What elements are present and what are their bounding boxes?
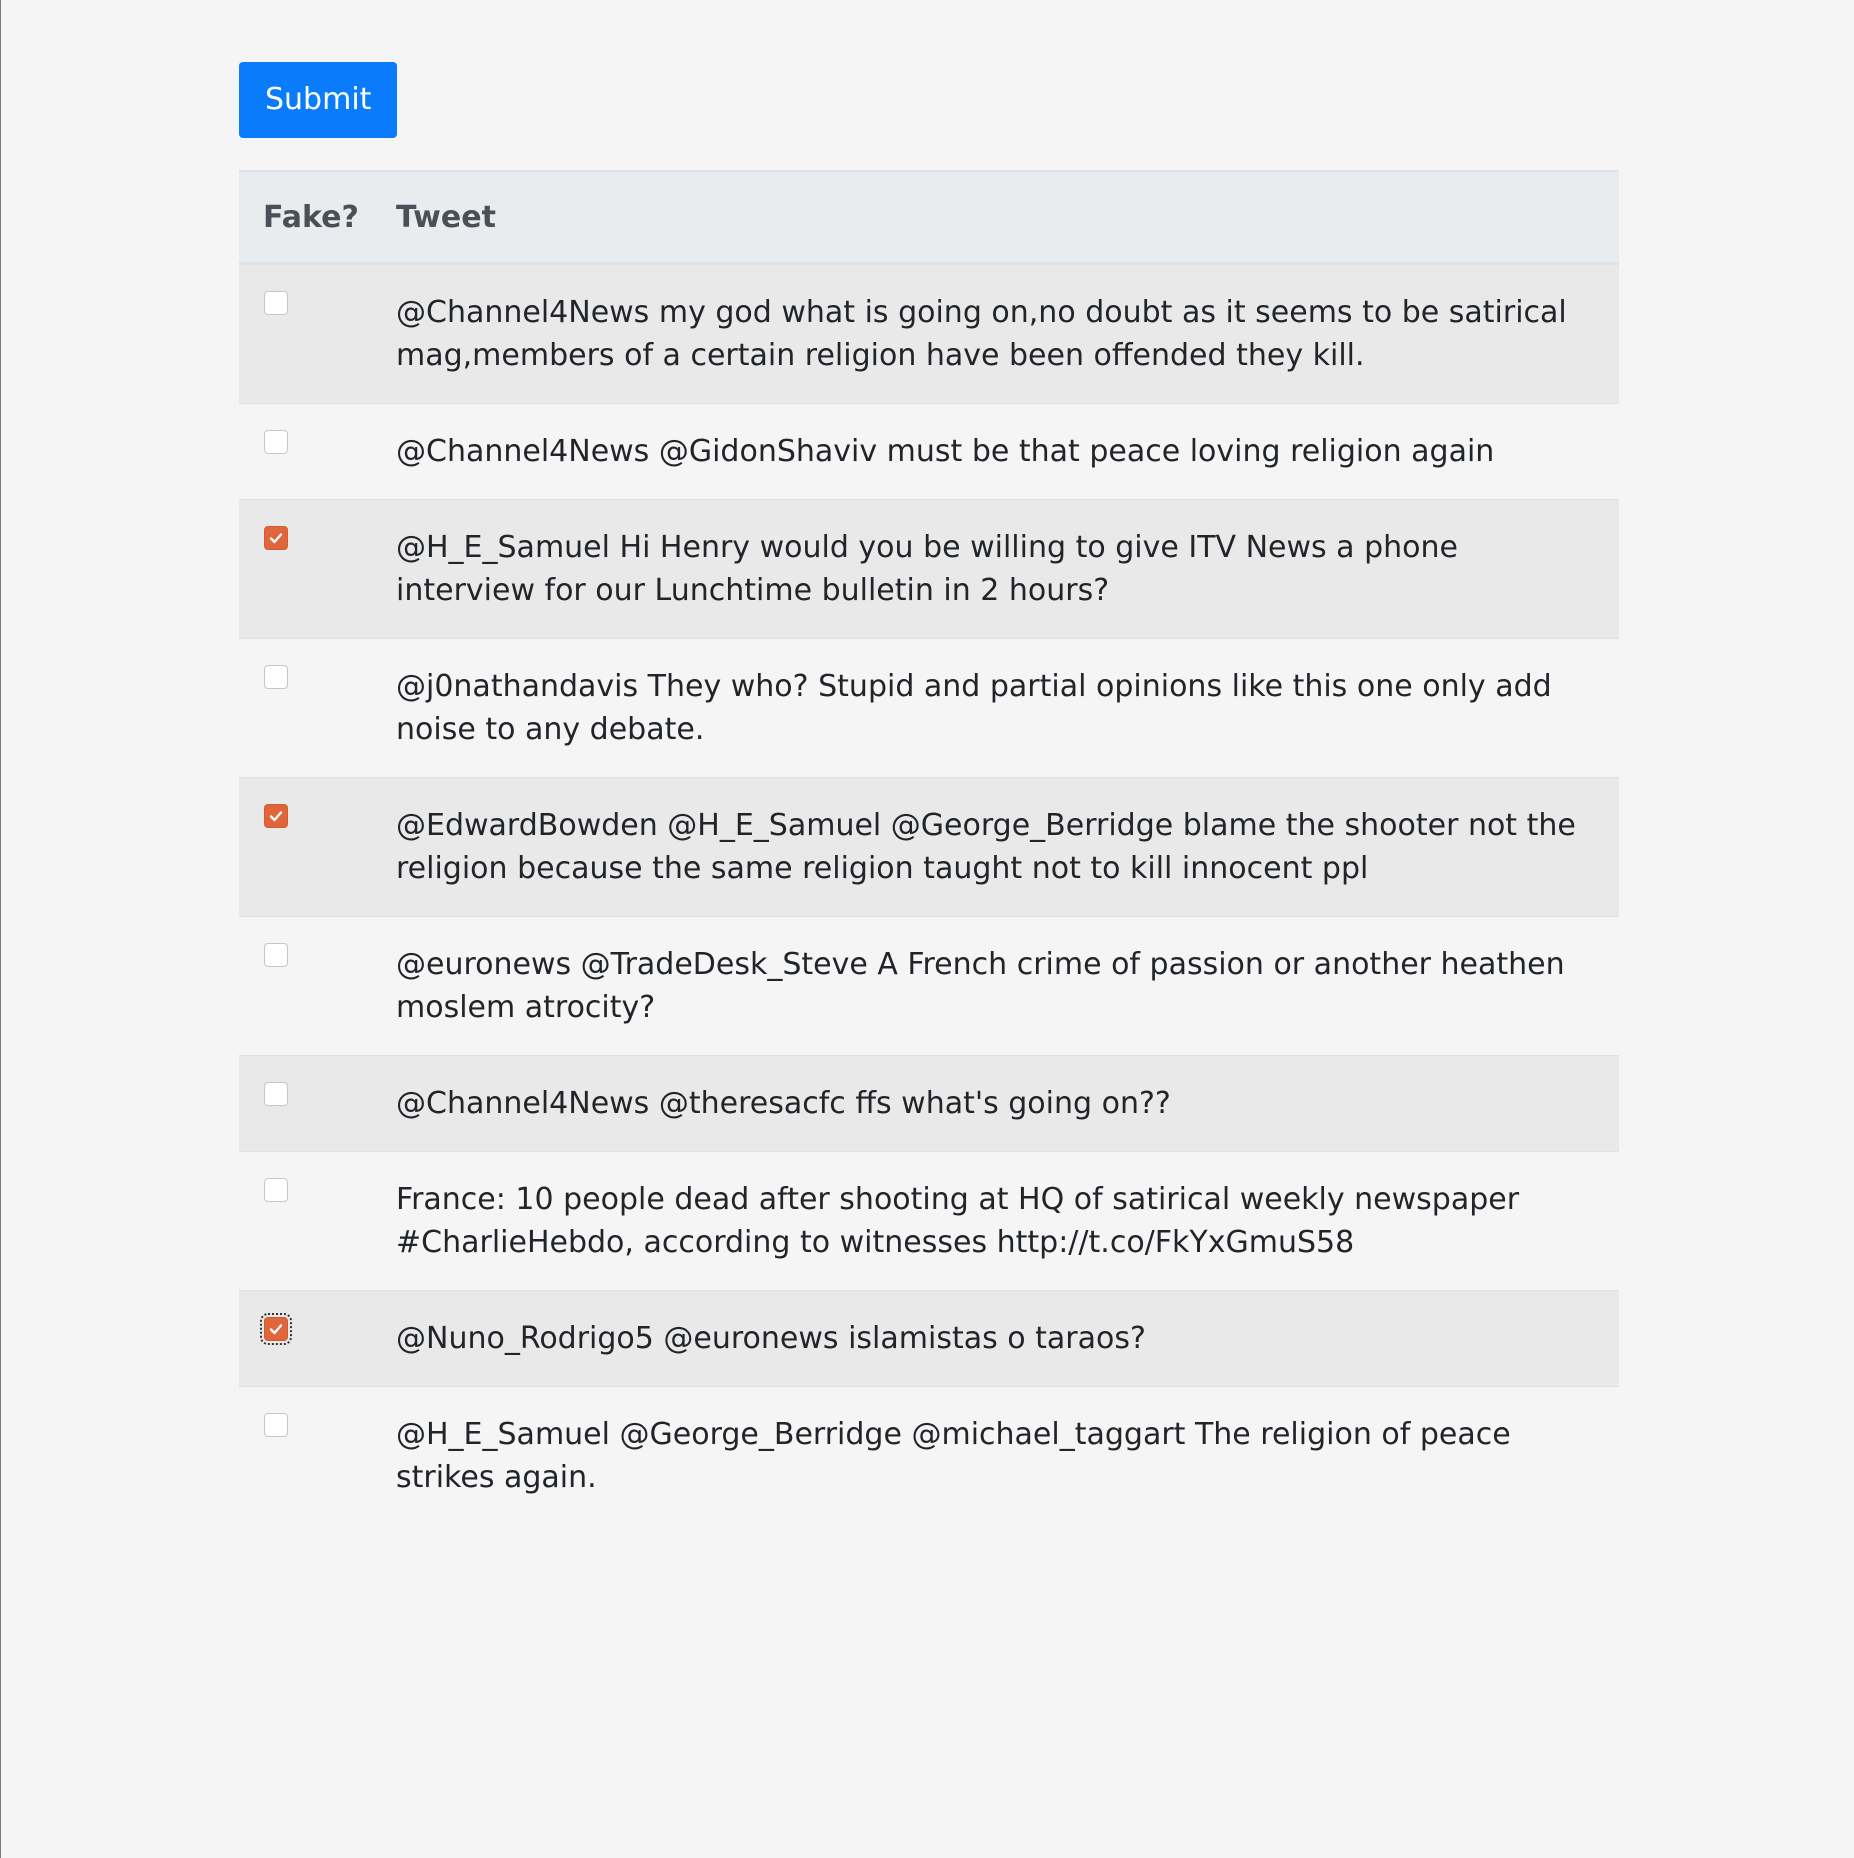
tweet-text: @EdwardBowden @H_E_Samuel @George_Berrid… [396,808,1576,886]
tweet-text: @Nuno_Rodrigo5 @euronews islamistas o ta… [396,1321,1146,1356]
table-row: @EdwardBowden @H_E_Samuel @George_Berrid… [239,777,1619,917]
fake-checkbox[interactable] [264,943,288,967]
table-row: @H_E_Samuel Hi Henry would you be willin… [239,499,1619,639]
table-row: @j0nathandavis They who? Stupid and part… [239,638,1619,778]
tweet-text: @Channel4News @theresacfc ffs what's goi… [396,1086,1171,1121]
fake-cell [239,1291,396,1387]
header-tweet: Tweet [396,170,1619,265]
header-fake: Fake? [239,170,396,265]
fake-checkbox[interactable] [264,1413,288,1437]
fake-cell [239,500,396,639]
table-header-row: Fake? Tweet [239,170,1619,265]
table-row: @Channel4News @theresacfc ffs what's goi… [239,1055,1619,1152]
window-left-border [0,0,1,1858]
tweet-text: @H_E_Samuel Hi Henry would you be willin… [396,530,1458,608]
checkmark-icon [269,533,283,544]
fake-cell [239,264,396,404]
fake-cell [239,1387,396,1526]
fake-cell [239,1056,396,1152]
tweet-text: @H_E_Samuel @George_Berridge @michael_ta… [396,1417,1511,1495]
fake-checkbox[interactable] [264,291,288,315]
table-body: @Channel4News my god what is going on,no… [239,263,1619,1526]
table-row: @Channel4News @GidonShaviv must be that … [239,403,1619,500]
table-row: @Nuno_Rodrigo5 @euronews islamistas o ta… [239,1290,1619,1387]
checkmark-icon [269,811,283,822]
submit-button[interactable]: Submit [239,62,398,138]
fake-cell [239,917,396,1056]
table-row: France: 10 people dead after shooting at… [239,1151,1619,1291]
table-row: @H_E_Samuel @George_Berridge @michael_ta… [239,1386,1619,1526]
fake-cell [239,778,396,917]
fake-checkbox[interactable] [264,1178,288,1202]
fake-checkbox[interactable] [264,665,288,689]
tweet-text: France: 10 people dead after shooting at… [396,1182,1520,1260]
fake-cell [239,1152,396,1291]
fake-checkbox[interactable] [264,430,288,454]
table-row: @Channel4News my god what is going on,no… [239,263,1619,404]
main-container: Submit Fake? Tweet @Channel4News my god … [239,62,1619,1525]
fake-checkbox[interactable] [264,1082,288,1106]
tweets-table: Fake? Tweet @Channel4News my god what is… [239,170,1619,1525]
checkmark-icon [269,1324,283,1335]
table-header: Fake? Tweet [239,170,1619,265]
fake-checkbox[interactable] [260,1313,292,1345]
fake-cell [239,639,396,778]
tweet-text: @j0nathandavis They who? Stupid and part… [396,669,1552,747]
tweet-text: @Channel4News my god what is going on,no… [396,295,1567,373]
fake-cell [239,404,396,500]
tweet-text: @euronews @TradeDesk_Steve A French crim… [396,947,1565,1025]
fake-checkbox[interactable] [264,526,288,550]
tweet-text: @Channel4News @GidonShaviv must be that … [396,434,1495,469]
table-row: @euronews @TradeDesk_Steve A French crim… [239,916,1619,1056]
fake-checkbox[interactable] [264,804,288,828]
